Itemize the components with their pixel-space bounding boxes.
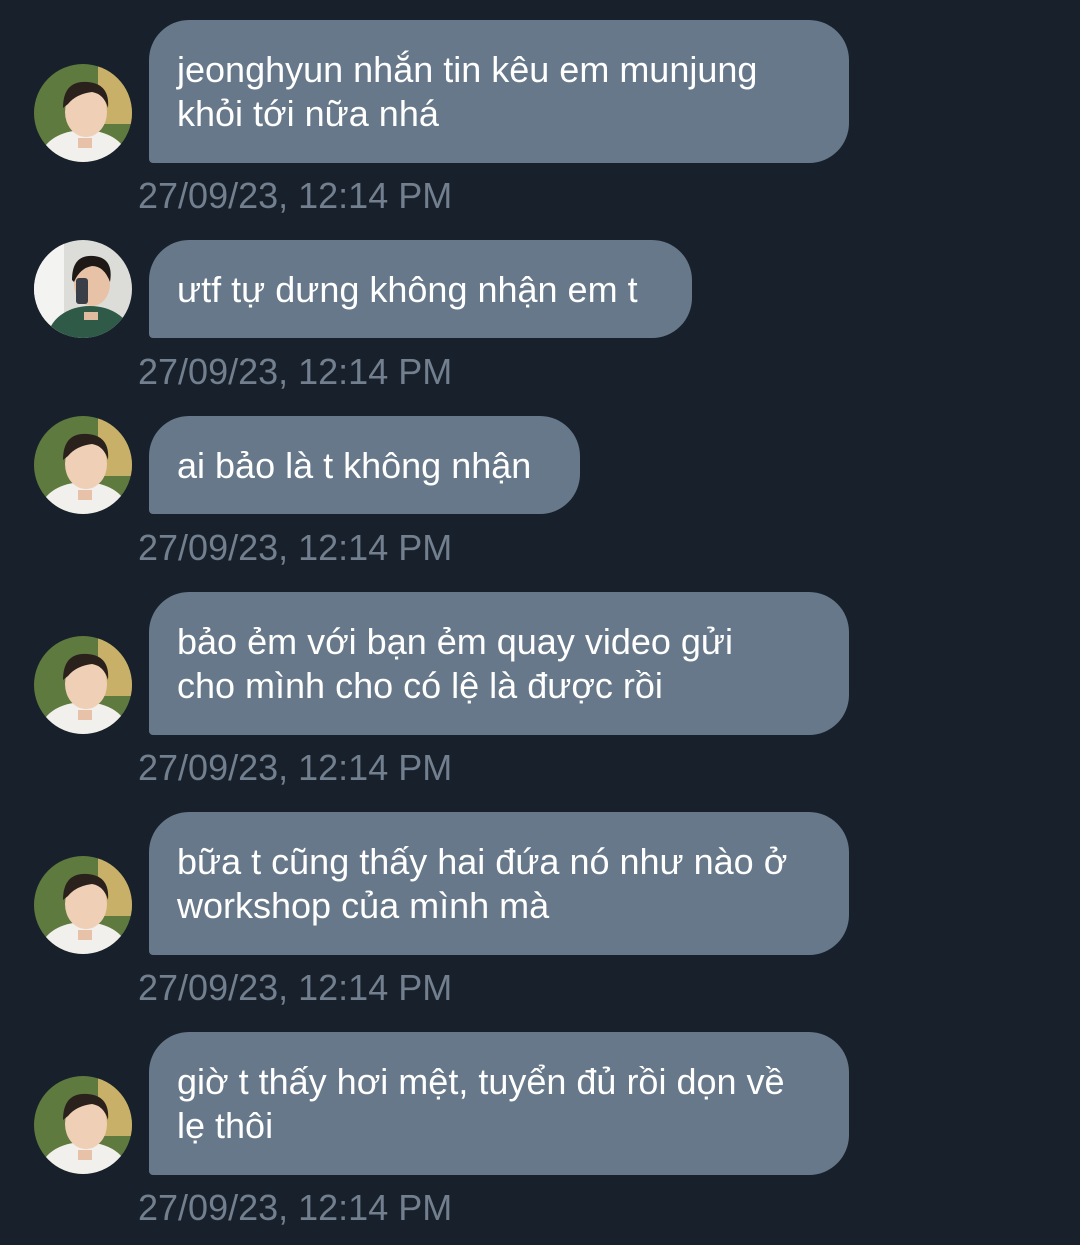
message-thread: jeonghyun nhắn tin kêu em munjung khỏi t…: [0, 0, 1080, 1245]
sender-avatar[interactable]: [34, 64, 132, 162]
sender-avatar[interactable]: [34, 1076, 132, 1174]
message-timestamp: 27/09/23, 12:14 PM: [138, 747, 453, 788]
message-bubble: jeonghyun nhắn tin kêu em munjung khỏi t…: [149, 20, 849, 163]
message-timestamp: 27/09/23, 12:14 PM: [138, 527, 453, 568]
message-bubble: bảo ẻm với bạn ẻm quay video gửi cho mìn…: [149, 592, 849, 735]
message-timestamp: 27/09/23, 12:14 PM: [138, 1187, 453, 1228]
message-bubble: ưtf tự dưng không nhận em t: [149, 240, 692, 338]
sender-avatar[interactable]: [34, 856, 132, 954]
message-timestamp: 27/09/23, 12:14 PM: [138, 351, 453, 392]
message-timestamp: 27/09/23, 12:14 PM: [138, 967, 453, 1008]
message-bubble: giờ t thấy hơi mệt, tuyển đủ rồi dọn về …: [149, 1032, 849, 1175]
message-bubble: bữa t cũng thấy hai đứa nó như nào ở wor…: [149, 812, 849, 955]
message-timestamp: 27/09/23, 12:14 PM: [138, 175, 453, 216]
message-bubble: ai bảo là t không nhận: [149, 416, 580, 514]
sender-avatar[interactable]: [34, 240, 132, 338]
sender-avatar[interactable]: [34, 636, 132, 734]
sender-avatar[interactable]: [34, 416, 132, 514]
